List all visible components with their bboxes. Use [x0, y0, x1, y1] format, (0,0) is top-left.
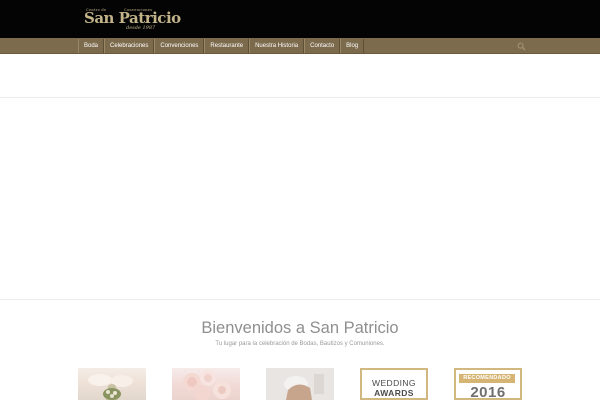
hands-image	[266, 368, 334, 400]
wedding-awards-inner: WEDDING AWARDS	[362, 370, 426, 398]
recomendado-inner: RECOMENDADO 2016	[456, 370, 520, 400]
welcome-title: Bienvenidos a San Patricio	[201, 319, 399, 337]
recomendado-badge[interactable]: RECOMENDADO 2016	[454, 368, 522, 400]
logo-main-text: San Patricio	[84, 9, 181, 27]
wedding-awards-line1: WEDDING	[372, 378, 416, 388]
roses-image	[183, 370, 231, 400]
nav-item-nuestra-historia[interactable]: Nuestra Historia	[249, 39, 305, 53]
nav-item-boda[interactable]: Boda	[78, 39, 105, 53]
thumb-bouquet-photo[interactable]	[78, 368, 146, 400]
welcome-subtitle: Tu lugar para la celebración de Bodas, B…	[215, 341, 385, 347]
nav-item-celebraciones[interactable]: Celebraciones	[104, 39, 155, 53]
top-header: Centro de Convenciones San Patricio desd…	[0, 0, 600, 38]
site-logo[interactable]: Centro de Convenciones San Patricio desd…	[82, 6, 181, 32]
thumb-hands-photo[interactable]	[266, 368, 334, 400]
wedding-awards-badge[interactable]: WEDDING AWARDS	[360, 368, 428, 400]
recomendado-year: 2016	[470, 384, 506, 400]
hero-slider	[0, 97, 600, 300]
nav-item-convenciones[interactable]: Convenciones	[154, 39, 205, 53]
hands-bouquet-image	[88, 374, 133, 400]
thumb-roses-photo[interactable]	[172, 368, 240, 400]
page: Centro de Convenciones San Patricio desd…	[0, 0, 600, 400]
search-icon[interactable]	[517, 42, 526, 51]
wedding-awards-line2: AWARDS	[374, 388, 414, 398]
recomendado-banner: RECOMENDADO	[459, 374, 515, 383]
main-navigation: Boda Celebraciones Convenciones Restaura…	[0, 38, 600, 54]
nav-item-restaurante[interactable]: Restaurante	[204, 39, 250, 53]
logo-script-text: desde 1987	[126, 25, 156, 31]
nav-item-blog[interactable]: Blog	[340, 39, 365, 53]
nav-item-contacto[interactable]: Contacto	[304, 39, 341, 53]
nav-menu: Boda Celebraciones Convenciones Restaura…	[78, 39, 365, 53]
